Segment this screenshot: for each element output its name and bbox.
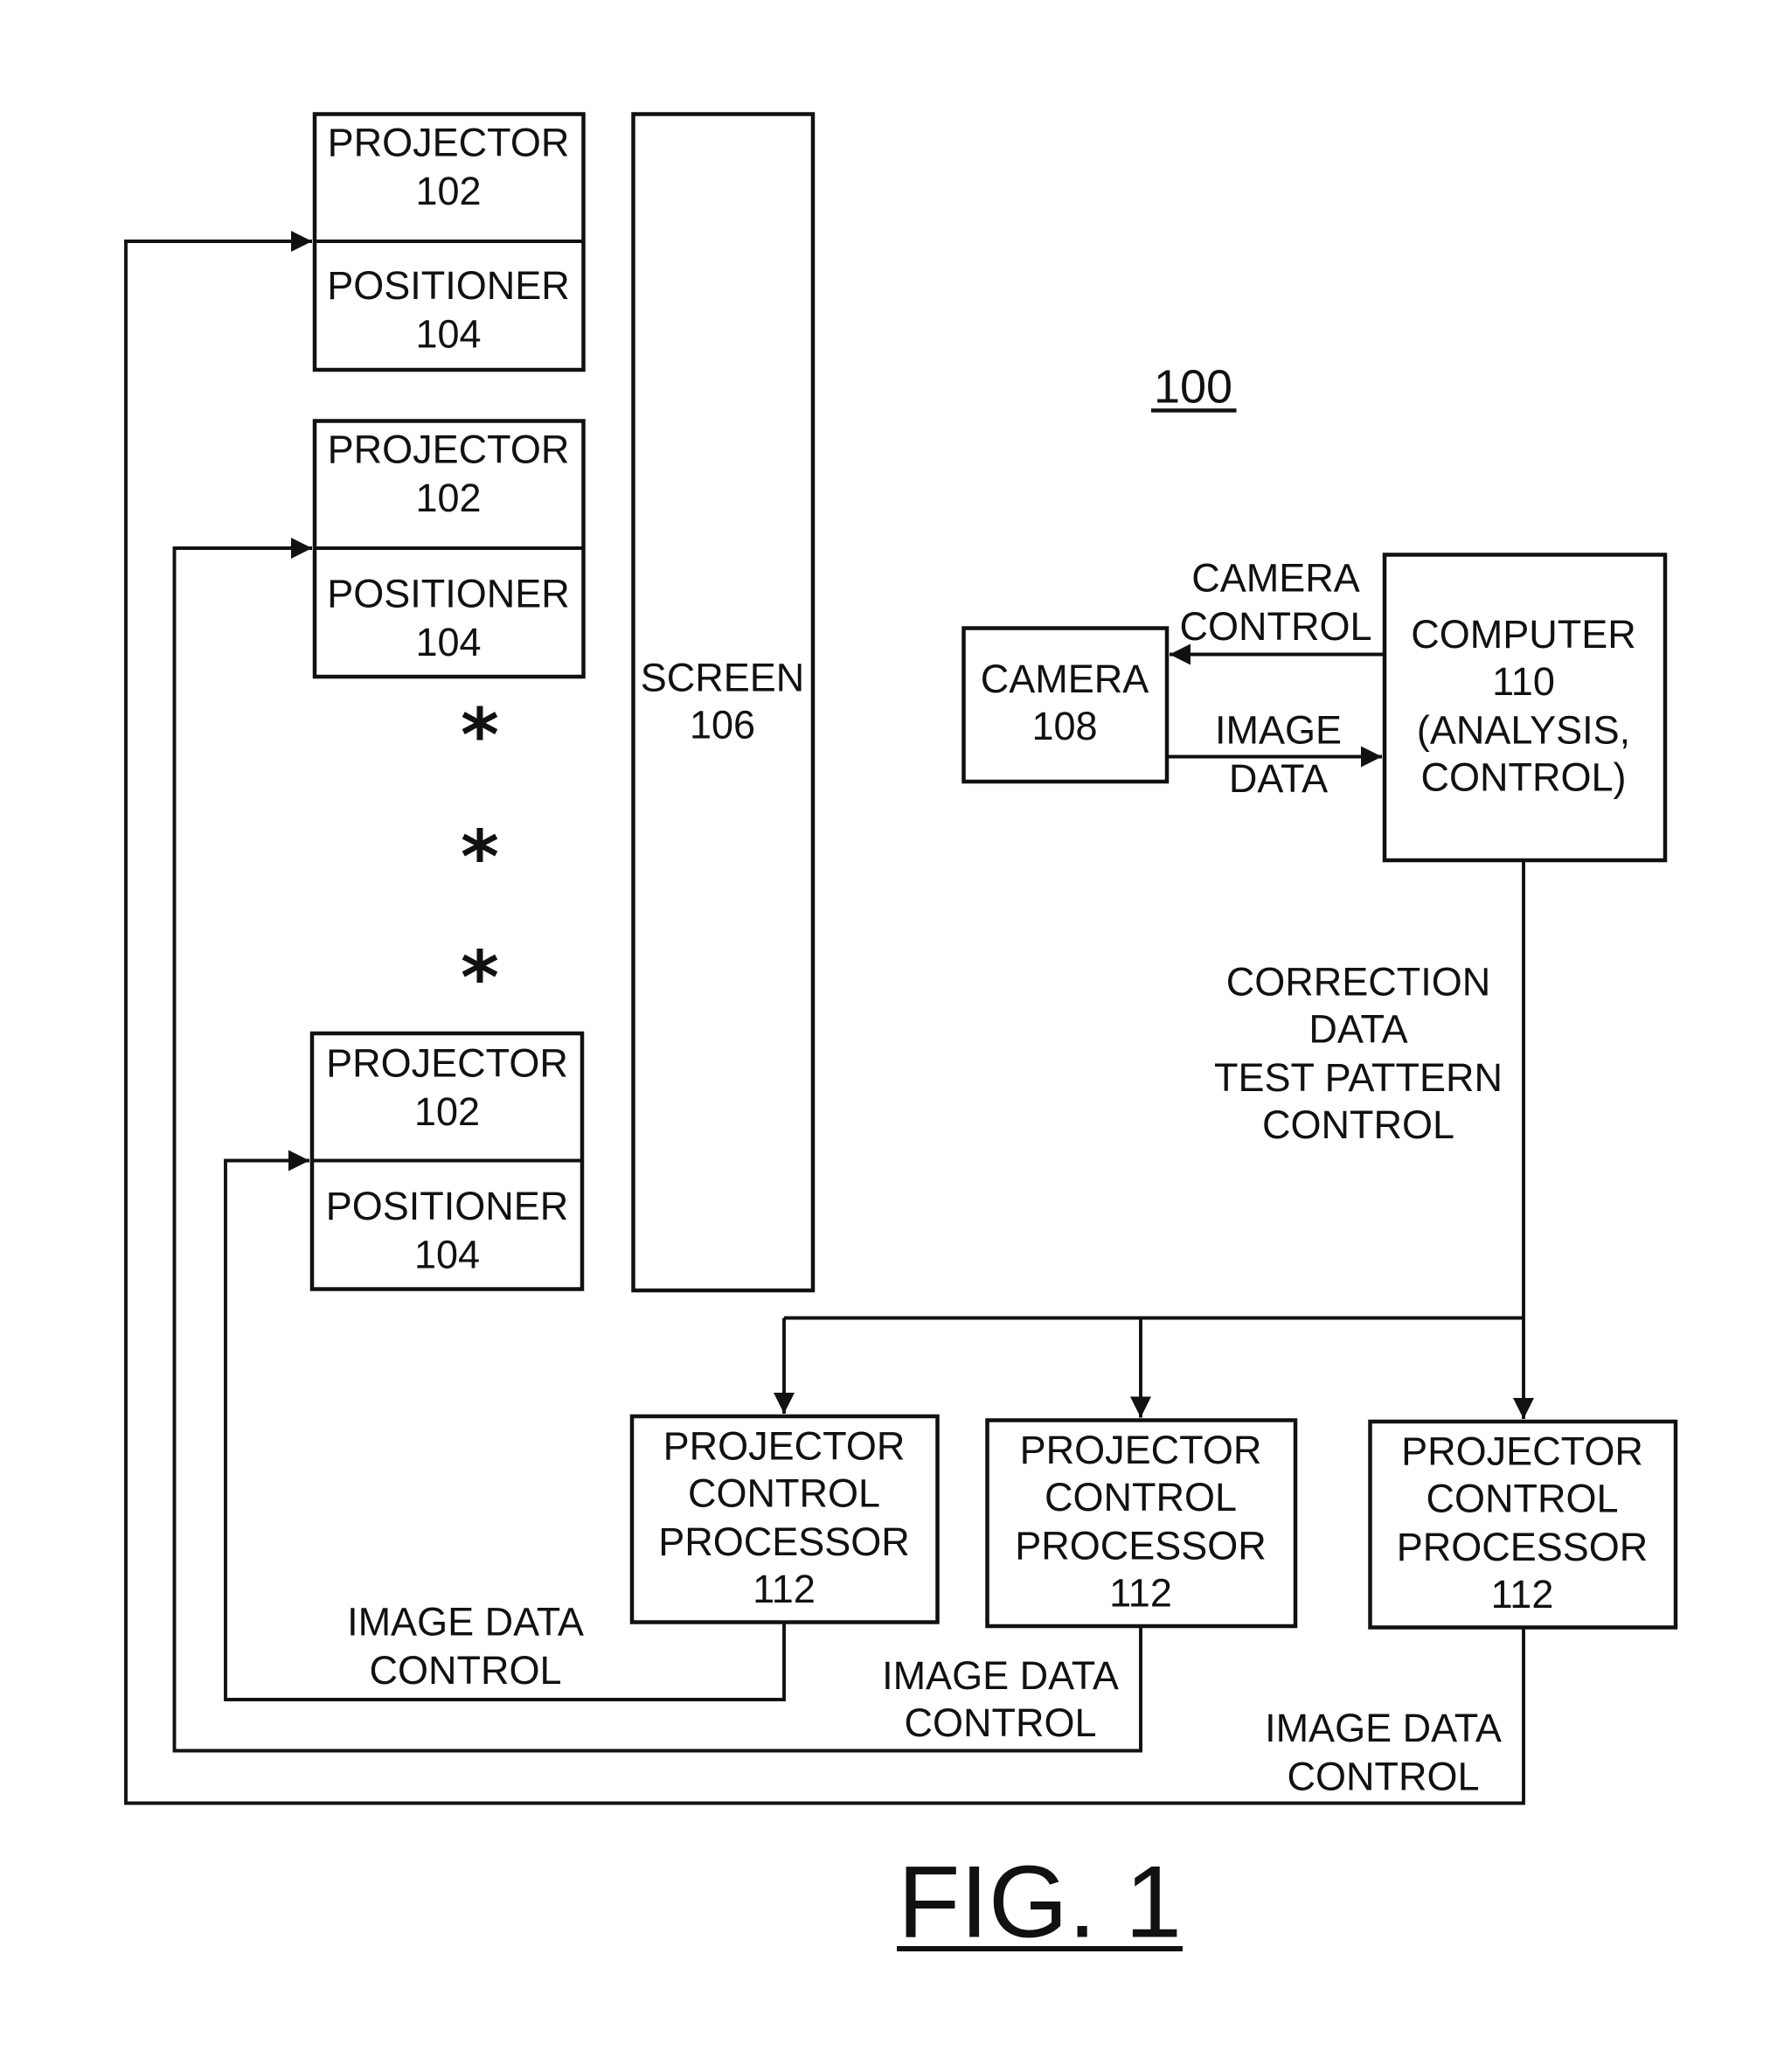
projector-unit-2: PROJECTOR 102 POSITIONER 104	[312, 419, 586, 679]
screen-label: SCREEN	[641, 656, 805, 700]
computer-label: COMPUTER	[1411, 612, 1635, 657]
correction-label-line4: CONTROL	[1262, 1102, 1454, 1147]
camera-control-link: CAMERA CONTROL	[1170, 556, 1385, 665]
processor-label-line2: CONTROL	[688, 1471, 880, 1516]
projector-control-processor-2: PROJECTOR CONTROL PROCESSOR 112	[985, 1418, 1298, 1629]
camera-control-label-line2: CONTROL	[1179, 604, 1371, 649]
processor-label-line1: PROJECTOR	[1401, 1429, 1643, 1474]
screen-ref: 106	[690, 703, 755, 747]
ellipsis-asterisk: *	[461, 815, 499, 900]
computer-ref: 110	[1492, 659, 1555, 704]
projector-unit-1: PROJECTOR 102 POSITIONER 104	[312, 112, 586, 372]
image-data-link: IMAGE DATA	[1167, 708, 1382, 801]
processor-ref: 112	[1109, 1571, 1172, 1616]
correction-data-link: CORRECTION DATA TEST PATTERN CONTROL	[774, 860, 1534, 1419]
computer-block: COMPUTER 110 (ANALYSIS, CONTROL)	[1382, 553, 1668, 863]
computer-role-line2: CONTROL)	[1421, 755, 1627, 800]
loop-label-line1: IMAGE DATA	[882, 1653, 1119, 1698]
processor-label-line1: PROJECTOR	[1020, 1428, 1262, 1472]
processor-label-line3: PROCESSOR	[1397, 1525, 1649, 1569]
figure-caption: FIG. 1	[897, 1845, 1183, 1959]
correction-label-line1: CORRECTION	[1226, 960, 1491, 1005]
positioner-ref: 104	[415, 620, 481, 664]
processor-label-line3: PROCESSOR	[1015, 1524, 1267, 1568]
projector-ref: 102	[415, 169, 481, 213]
processor-ref: 112	[753, 1567, 816, 1611]
projector-control-processor-3: PROJECTOR CONTROL PROCESSOR 112	[1368, 1419, 1678, 1630]
figure-caption-label: FIG. 1	[898, 1845, 1182, 1959]
processor-ref: 112	[1491, 1572, 1554, 1617]
camera-control-label-line1: CAMERA	[1191, 556, 1360, 601]
processor-label-line2: CONTROL	[1045, 1475, 1237, 1519]
loop-label-line1: IMAGE DATA	[1265, 1706, 1502, 1750]
projector-label: PROJECTOR	[328, 121, 570, 165]
positioner-ref: 104	[414, 1233, 480, 1277]
loop-label-line2: CONTROL	[1287, 1755, 1479, 1799]
positioner-ref: 104	[415, 312, 481, 357]
correction-label-line2: DATA	[1309, 1007, 1407, 1052]
projector-label: PROJECTOR	[326, 1041, 568, 1086]
system-ref-label: 100	[1154, 361, 1232, 414]
loop-label-line2: CONTROL	[369, 1648, 561, 1693]
projector-label: PROJECTOR	[328, 428, 570, 472]
processor-label-line1: PROJECTOR	[663, 1424, 906, 1469]
processor-label-line2: CONTROL	[1426, 1477, 1618, 1521]
positioner-label: POSITIONER	[327, 572, 570, 616]
projector-ref: 102	[415, 476, 481, 520]
block-diagram: 100 PROJECTOR 102 POSITIONER 104 PROJECT…	[124, 112, 1678, 1959]
projector-control-processor-1: PROJECTOR CONTROL PROCESSOR 112	[629, 1414, 940, 1624]
loop-label-line1: IMAGE DATA	[347, 1600, 584, 1644]
screen-block: SCREEN 106	[631, 112, 816, 1293]
processor-label-line3: PROCESSOR	[658, 1519, 910, 1564]
positioner-label: POSITIONER	[327, 263, 570, 308]
camera-block: CAMERA 108	[961, 626, 1170, 784]
projector-ref: 102	[414, 1089, 480, 1134]
correction-label-line3: TEST PATTERN	[1214, 1055, 1503, 1100]
camera-ref: 108	[1031, 704, 1097, 748]
camera-label: CAMERA	[981, 657, 1149, 701]
loop-label-line2: CONTROL	[904, 1700, 1096, 1745]
system-reference: 100	[1151, 361, 1237, 414]
positioner-label: POSITIONER	[326, 1184, 569, 1228]
image-data-label-line2: DATA	[1229, 756, 1328, 801]
computer-role-line1: (ANALYSIS,	[1417, 708, 1630, 753]
image-data-label-line1: IMAGE	[1215, 708, 1342, 753]
ellipsis-asterisk: *	[461, 692, 499, 778]
projector-unit-3: PROJECTOR 102 POSITIONER 104	[309, 1031, 585, 1291]
ellipsis-asterisk: *	[461, 935, 499, 1021]
